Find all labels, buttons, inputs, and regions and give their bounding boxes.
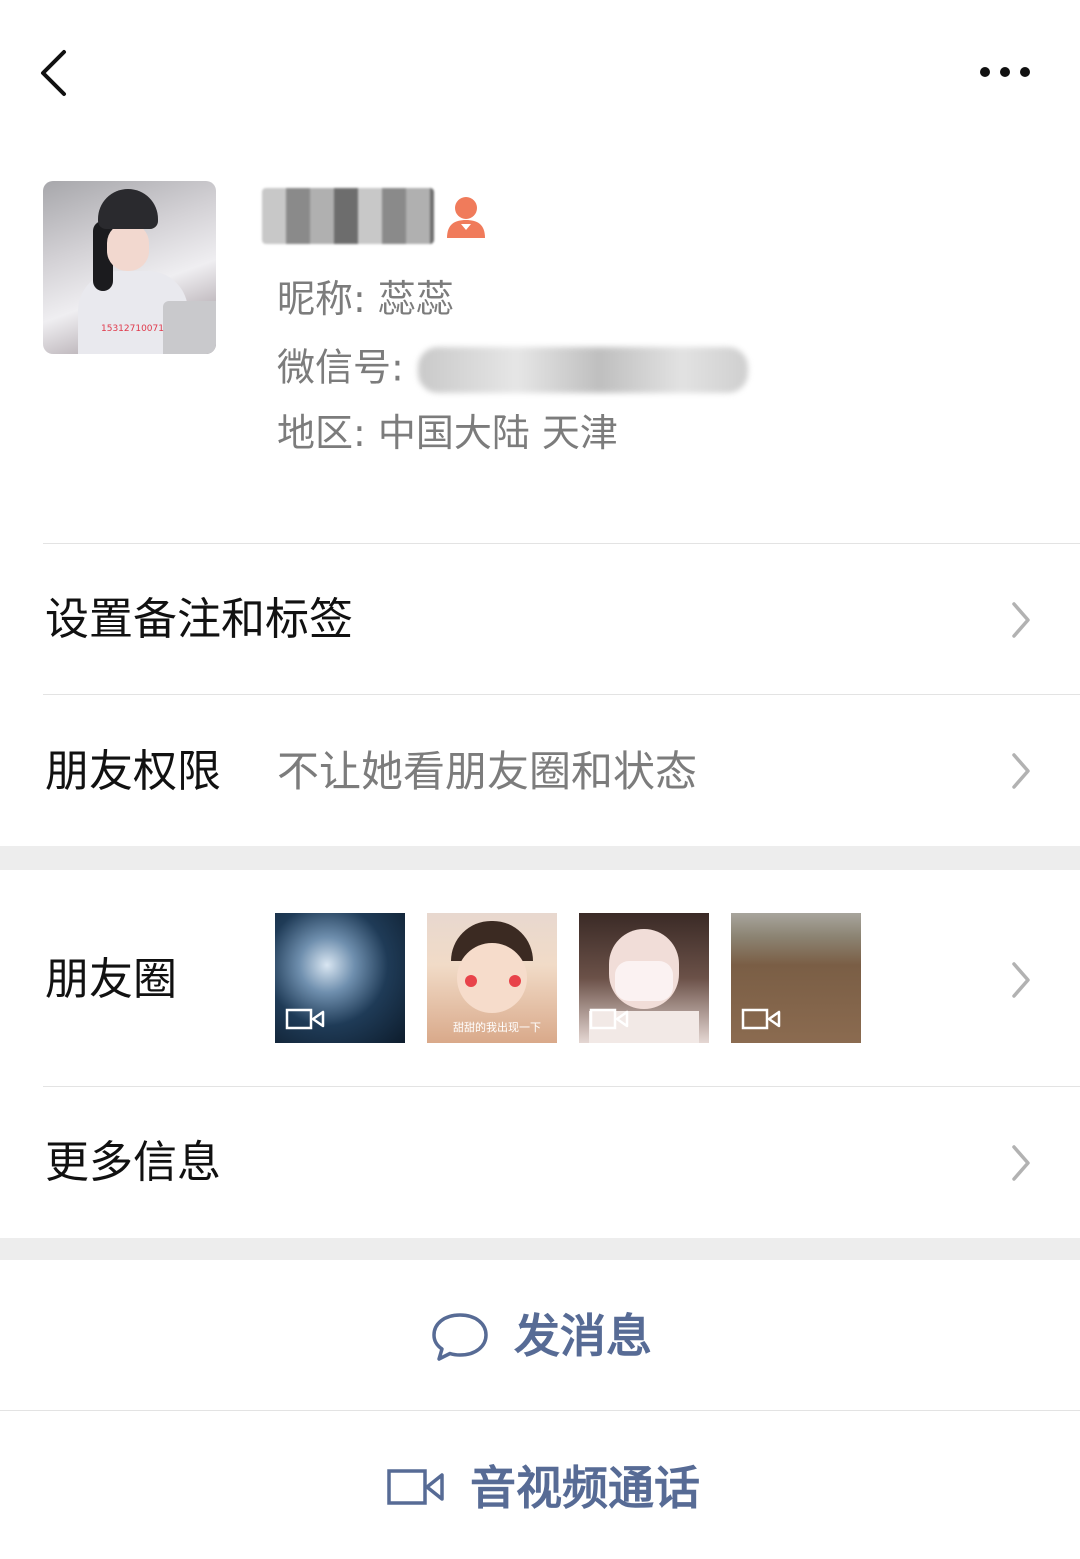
chevron-right-icon (1012, 602, 1030, 638)
video-icon (741, 1008, 781, 1030)
moments-thumbnail-caption: 甜甜的我出现一下 (453, 1021, 541, 1034)
chevron-right-icon (1012, 962, 1030, 998)
chat-bubble-icon (432, 1313, 488, 1361)
nickname-label: 昵称: (277, 277, 366, 321)
female-gender-icon (447, 197, 485, 238)
more-info-label: 更多信息 (45, 1137, 221, 1188)
moments-thumbnail[interactable] (731, 913, 861, 1043)
wechat-id-redacted (417, 347, 748, 393)
voice-video-call-label: 音视频通话 (470, 1461, 700, 1515)
friend-permissions-value: 不让她看朋友圈和状态 (277, 747, 698, 796)
avatar-watermark: 15312710071 (101, 324, 164, 334)
region-label: 地区: (277, 411, 366, 455)
top-bar (0, 0, 1080, 150)
wechat-id-line: 微信号: (277, 347, 748, 393)
chevron-right-icon (1012, 1145, 1030, 1181)
nickname-line: 昵称: 蕊蕊 (277, 280, 454, 318)
video-icon (285, 1008, 325, 1030)
avatar[interactable]: 15312710071 (43, 181, 216, 354)
more-info-row[interactable]: 更多信息 (0, 1087, 1080, 1238)
back-arrow-icon[interactable] (30, 42, 90, 102)
remarks-tags-label: 设置备注和标签 (45, 594, 353, 645)
send-message-label: 发消息 (514, 1309, 652, 1363)
region-line: 地区: 中国大陆 天津 (277, 414, 618, 452)
moments-thumbnail[interactable] (579, 913, 709, 1043)
profile-header: 15312710071 昵称: 蕊蕊 微信号: 地区: 中国大陆 天津 (0, 150, 1080, 543)
friend-permissions-label: 朋友权限 (45, 746, 221, 797)
wechat-id-label: 微信号: (277, 345, 404, 390)
remarks-tags-row[interactable]: 设置备注和标签 (0, 544, 1080, 694)
moments-thumbnail[interactable] (275, 913, 405, 1043)
moments-row[interactable]: 朋友圈 甜甜的我出现一下 (0, 870, 1080, 1086)
voice-video-call-button[interactable]: 音视频通话 (0, 1411, 1080, 1559)
video-camera-icon (387, 1469, 444, 1505)
section-gap (0, 846, 1080, 870)
more-options-icon[interactable] (970, 50, 1040, 95)
video-icon (589, 1008, 629, 1030)
moments-thumbnail[interactable]: 甜甜的我出现一下 (427, 913, 557, 1043)
moments-label: 朋友圈 (45, 954, 177, 1005)
chevron-right-icon (1012, 753, 1030, 789)
nickname-value: 蕊蕊 (377, 277, 454, 321)
display-name-redacted (262, 188, 434, 244)
send-message-button[interactable]: 发消息 (0, 1260, 1080, 1410)
region-value: 中国大陆 天津 (377, 411, 618, 455)
friend-permissions-row[interactable]: 朋友权限 不让她看朋友圈和状态 (0, 695, 1080, 846)
section-gap (0, 1238, 1080, 1260)
